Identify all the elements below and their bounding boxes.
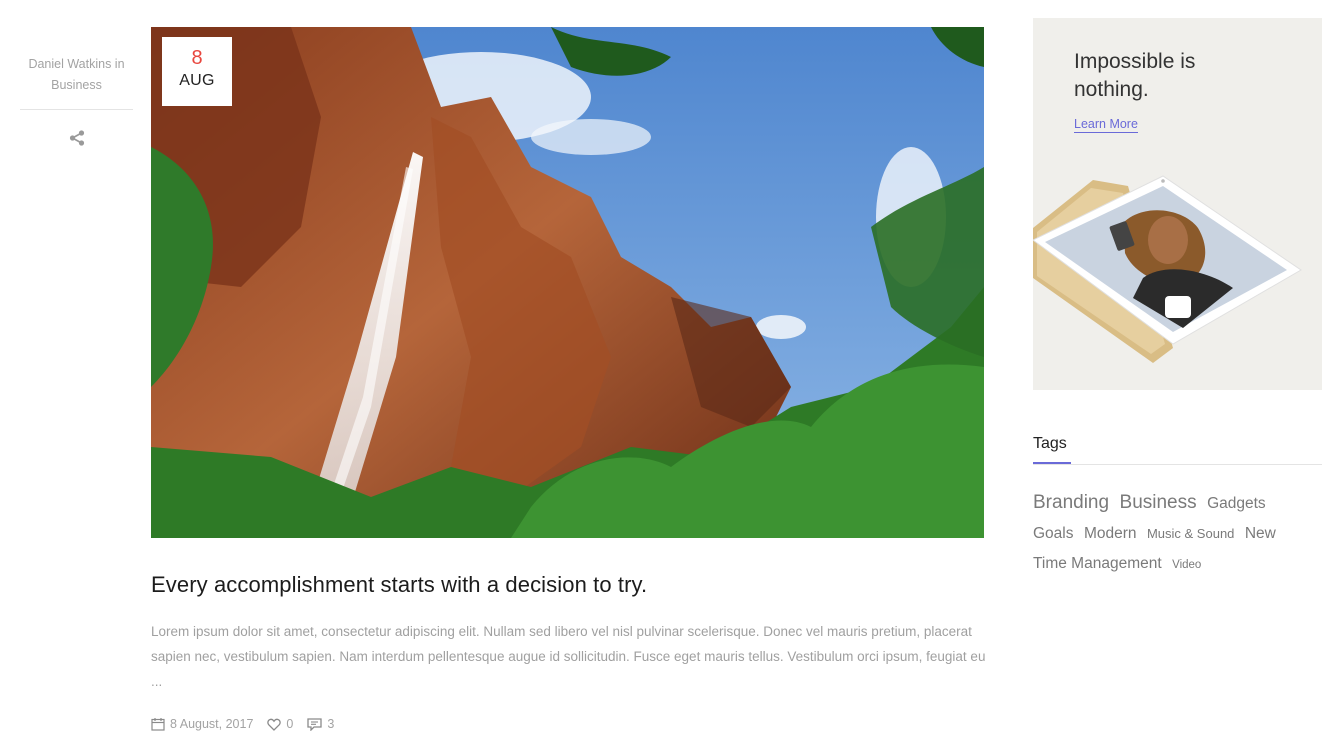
meta-divider [20,109,133,110]
tag-link[interactable]: Video [1172,550,1201,580]
date-day: 8 [191,47,203,69]
tag-link[interactable]: Time Management [1033,549,1162,579]
tag-link[interactable]: Branding [1033,488,1109,518]
tag-link[interactable]: Goals [1033,519,1074,549]
share-icon[interactable] [68,129,86,147]
learn-more-link[interactable]: Learn More [1074,116,1138,133]
like-count: 0 [286,717,294,731]
tag-link[interactable]: Business [1120,488,1197,518]
tag-link[interactable]: Music & Sound [1147,519,1234,549]
author-category-text: Daniel Watkins in Business [28,57,125,92]
tag-link[interactable]: Modern [1084,519,1137,549]
promo-title: Impossible is nothing. [1074,50,1196,101]
comments-link[interactable]: 3 [307,717,334,731]
tags-divider [1033,464,1322,465]
tag-cloud: Branding Business Gadgets Goals Modern M… [1033,488,1322,580]
sidebar-promo-widget: Impossible is nothing. Learn More [1033,18,1322,390]
heart-icon [267,718,282,731]
post-featured-image[interactable] [151,27,984,538]
post-meta-bar: 8 August, 2017 0 3 [151,714,348,734]
calendar-icon [151,718,165,731]
date-badge: 8 AUG [162,37,232,106]
tag-link[interactable]: Gadgets [1207,489,1266,519]
post-date-text: 8 August, 2017 [170,717,254,731]
post-author-meta: Daniel Watkins in Business [20,54,133,147]
post-date: 8 August, 2017 [151,717,253,731]
comment-icon [307,717,323,731]
tag-link[interactable]: New [1245,519,1276,549]
post-excerpt: Lorem ipsum dolor sit amet, consectetur … [151,624,986,689]
post-title[interactable]: Every accomplishment starts with a decis… [151,570,647,600]
date-month: AUG [179,72,215,89]
tablet-promo-image [1033,175,1302,363]
like-button[interactable]: 0 [267,717,293,731]
tags-heading: Tags [1033,435,1067,452]
comment-count: 3 [327,717,335,731]
